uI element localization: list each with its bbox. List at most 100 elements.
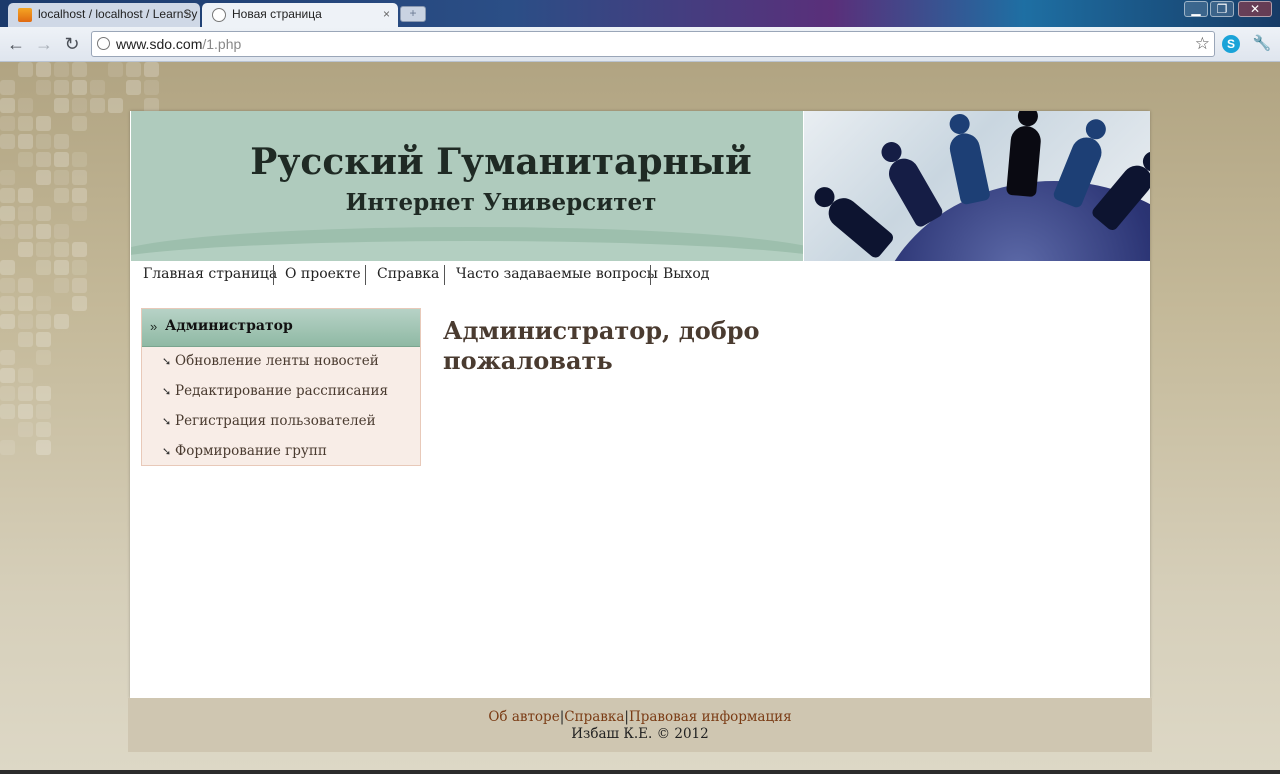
background-square (36, 440, 51, 455)
reload-button[interactable]: ↻ (60, 32, 84, 56)
wrench-menu-icon[interactable]: 🔧 (1252, 34, 1272, 54)
background-square (54, 134, 69, 149)
nav-faq-link[interactable]: Часто задаваемые вопросы (456, 266, 658, 282)
welcome-heading: Администратор, добро пожаловать (443, 316, 760, 375)
background-square (0, 440, 15, 455)
background-square (54, 98, 69, 113)
background-square (54, 188, 69, 203)
globe-favicon-icon (212, 8, 226, 22)
background-square (36, 224, 51, 239)
browser-tab-active[interactable]: Новая страница × (202, 3, 398, 27)
arrow-down-right-icon: ➘ (162, 445, 172, 458)
background-square (36, 296, 51, 311)
background-square (18, 368, 33, 383)
close-tab-icon[interactable]: × (185, 7, 192, 21)
background-square (54, 170, 69, 185)
nav-help-link[interactable]: Справка (377, 266, 439, 282)
background-square (0, 206, 15, 221)
background-square (0, 224, 15, 239)
browser-toolbar: ← → ↻ www.sdo.com/1.php ☆ S 🔧 (0, 27, 1280, 62)
person-figure (883, 153, 945, 229)
page-container: Русский Гуманитарный Интернет Университе… (130, 111, 1150, 698)
background-square (0, 368, 15, 383)
restore-window-button[interactable]: ❐ (1210, 1, 1234, 17)
background-square (18, 188, 33, 203)
background-square (72, 170, 87, 185)
background-square (36, 332, 51, 347)
background-square (0, 404, 15, 419)
footer-about-link[interactable]: Об авторе (488, 709, 559, 725)
background-square (0, 116, 15, 131)
minimize-window-button[interactable]: ▁ (1184, 1, 1208, 17)
background-square (36, 206, 51, 221)
background-square (144, 80, 159, 95)
nav-about-link[interactable]: О проекте (285, 266, 361, 282)
sidebar-item-label: Формирование групп (175, 443, 327, 459)
background-square (0, 278, 15, 293)
phpmyadmin-favicon-icon (18, 8, 32, 22)
background-square (72, 188, 87, 203)
address-bar[interactable]: www.sdo.com/1.php ☆ (91, 31, 1215, 57)
background-square (36, 386, 51, 401)
sidebar-item-schedule[interactable]: ➘ Редактирование рассписания (162, 383, 388, 399)
background-square (18, 314, 33, 329)
background-square (18, 422, 33, 437)
background-square (72, 62, 87, 77)
background-square (36, 404, 51, 419)
nav-separator (365, 265, 366, 285)
back-button[interactable]: ← (4, 32, 28, 56)
nav-logout-link[interactable]: Выход (663, 266, 709, 282)
footer-legal-link[interactable]: Правовая информация (629, 709, 792, 725)
sidebar-item-label: Редактирование рассписания (175, 383, 388, 399)
skype-extension-icon[interactable]: S (1222, 35, 1240, 53)
background-square (18, 386, 33, 401)
background-square (54, 314, 69, 329)
close-tab-icon[interactable]: × (383, 7, 390, 21)
background-square (18, 296, 33, 311)
bookmark-star-icon[interactable]: ☆ (1195, 32, 1210, 56)
background-square (36, 134, 51, 149)
background-square (126, 62, 141, 77)
background-square (0, 134, 15, 149)
nav-home-link[interactable]: Главная страница (143, 266, 277, 282)
background-square (54, 152, 69, 167)
background-square (18, 62, 33, 77)
background-square (72, 98, 87, 113)
background-square (72, 116, 87, 131)
footer-links: Об авторе|Справка|Правовая информация (128, 709, 1152, 725)
arrow-down-right-icon: ➘ (162, 415, 172, 428)
background-square (18, 134, 33, 149)
person-figure (1006, 124, 1042, 198)
sidebar-item-label: Регистрация пользователей (175, 413, 376, 429)
background-square (36, 314, 51, 329)
copyright-text: Избаш К.Е. © 2012 (571, 726, 709, 742)
chevron-right-icon: » (150, 319, 158, 334)
footer-help-link[interactable]: Справка (564, 709, 624, 725)
background-square (72, 242, 87, 257)
background-square (108, 62, 123, 77)
arrow-down-right-icon: ➘ (162, 385, 172, 398)
background-square (0, 314, 15, 329)
admin-sidebar: » Администратор ➘ Обновление ленты новост… (141, 308, 421, 466)
background-square (36, 422, 51, 437)
background-square (18, 116, 33, 131)
sidebar-item-news-feed[interactable]: ➘ Обновление ленты новостей (162, 353, 379, 369)
browser-tab-strip: localhost / localhost / LearnSy × Новая … (0, 0, 1280, 27)
nav-separator (444, 265, 445, 285)
sidebar-title: Администратор (165, 318, 293, 334)
background-square (0, 350, 15, 365)
background-square (54, 62, 69, 77)
header-banner-image (804, 111, 1150, 261)
close-window-button[interactable]: ✕ (1238, 1, 1272, 17)
sidebar-item-user-registration[interactable]: ➘ Регистрация пользователей (162, 413, 376, 429)
background-square (72, 206, 87, 221)
background-square (36, 260, 51, 275)
forward-button[interactable]: → (32, 32, 56, 56)
sidebar-header: » Администратор (142, 309, 420, 347)
new-tab-button[interactable]: + (400, 6, 426, 22)
background-square (72, 260, 87, 275)
arrow-down-right-icon: ➘ (162, 355, 172, 368)
sidebar-item-groups[interactable]: ➘ Формирование групп (162, 443, 327, 459)
browser-tab-localhost[interactable]: localhost / localhost / LearnSy × (8, 3, 200, 27)
background-square (54, 224, 69, 239)
